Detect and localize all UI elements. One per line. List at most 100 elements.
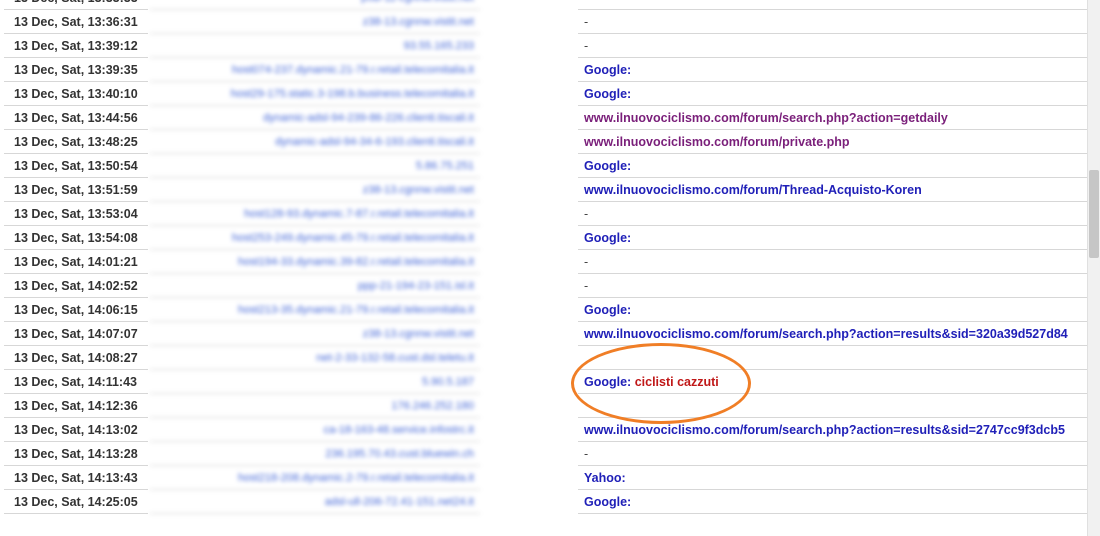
visit-time: 13 Dec, Sat, 14:25:05: [4, 491, 148, 514]
visit-time: 13 Dec, Sat, 13:54:08: [4, 227, 148, 250]
referrer-cell: -: [578, 251, 1088, 274]
referrer-cell: Google:: [578, 491, 1088, 514]
referrer-cell: -: [578, 275, 1088, 298]
referrer-cell: Google: ciclisti cazzuti: [578, 371, 1088, 394]
referrer-link[interactable]: www.ilnuovociclismo.com/forum/private.ph…: [584, 135, 850, 149]
table-row: 13 Dec, Sat, 14:01:21 host194-33.dynamic.…: [0, 251, 1088, 275]
referrer-link[interactable]: Google:: [584, 63, 631, 77]
referrer-link[interactable]: Google:: [584, 303, 631, 317]
table-row: 13 Dec, Sat, 13:51:59 z38-13.cgnnw.vistit…: [0, 179, 1088, 203]
referrer-text: -: [584, 279, 589, 293]
referrer-cell: [578, 0, 1088, 10]
search-keyword: ciclisti cazzuti: [634, 375, 719, 389]
visitor-host-link-blurred[interactable]: ca-18-163-48.service.infostrc.it: [150, 419, 480, 442]
visit-time: 13 Dec, Sat, 13:33:33: [4, 0, 148, 10]
table-row: 13 Dec, Sat, 13:53:04 host128-93.dynamic.…: [0, 203, 1088, 227]
table-row: 13 Dec, Sat, 14:06:15 host213-35.dynamic.…: [0, 299, 1088, 323]
referrer-link[interactable]: Google:: [584, 495, 631, 509]
visit-time: 13 Dec, Sat, 13:53:04: [4, 203, 148, 226]
visitor-host-link-blurred[interactable]: dynamic-adsl-94-34-6-193.clienti.tiscali…: [150, 131, 480, 154]
visit-time: 13 Dec, Sat, 13:44:56: [4, 107, 148, 130]
referrer-link[interactable]: Google:: [584, 375, 631, 389]
visitor-host-link-blurred[interactable]: p5B-11-cgnnw.vistit.net: [150, 0, 480, 10]
referrer-cell: Google:: [578, 155, 1088, 178]
referrer-link[interactable]: www.ilnuovociclismo.com/forum/search.php…: [584, 327, 1068, 341]
visitor-host-link-blurred[interactable]: 5.86.75.251: [150, 155, 480, 178]
table-row: 13 Dec, Sat, 14:13:02 ca-18-163-48.servic…: [0, 419, 1088, 443]
visitor-host-link-blurred[interactable]: dynamic-adsl-94-239-86-226.clienti.tisca…: [150, 107, 480, 130]
visitor-host-link-blurred[interactable]: 93.55.165.233: [150, 35, 480, 58]
referrer-link[interactable]: Google:: [584, 87, 631, 101]
referrer-text: -: [584, 207, 589, 221]
visit-time: 13 Dec, Sat, 14:02:52: [4, 275, 148, 298]
referrer-text: -: [584, 255, 589, 269]
table-row: 13 Dec, Sat, 13:39:35 host074-237.dynamic…: [0, 59, 1088, 83]
visit-time: 13 Dec, Sat, 13:39:12: [4, 35, 148, 58]
referrer-cell: Yahoo:: [578, 467, 1088, 490]
referrer-cell: -: [578, 203, 1088, 226]
visit-time: 13 Dec, Sat, 13:48:25: [4, 131, 148, 154]
table-row: 13 Dec, Sat, 13:39:12 93.55.165.233 -: [0, 35, 1088, 59]
referrer-text: -: [584, 39, 589, 53]
referrer-cell: Google:: [578, 299, 1088, 322]
visit-time: 13 Dec, Sat, 14:13:02: [4, 419, 148, 442]
visit-time: 13 Dec, Sat, 13:40:10: [4, 83, 148, 106]
visit-time: 13 Dec, Sat, 13:39:35: [4, 59, 148, 82]
visitor-host-link-blurred[interactable]: adsl-ull-206-72.41-151.net24.it: [150, 491, 480, 514]
visit-time: 13 Dec, Sat, 14:12:36: [4, 395, 148, 418]
referrer-cell: -: [578, 35, 1088, 58]
referrer-cell: Google:: [578, 83, 1088, 106]
referrer-link[interactable]: Yahoo:: [584, 471, 626, 485]
table-row: 13 Dec, Sat, 13:54:08 host253-249.dynamic…: [0, 227, 1088, 251]
visitor-host-link-blurred[interactable]: host128-93.dynamic.7-87.r.retail.telecom…: [150, 203, 480, 226]
table-row: 13 Dec, Sat, 14:08:27 net-2-33-132-58.cus…: [0, 347, 1088, 371]
visit-time: 13 Dec, Sat, 14:13:28: [4, 443, 148, 466]
visitor-host-link-blurred[interactable]: 236.195.70.43.cust.bluewin.ch: [150, 443, 480, 466]
vertical-scrollbar[interactable]: [1087, 0, 1100, 536]
visitor-host-link-blurred[interactable]: host218-208.dynamic.2-79.r.retail.teleco…: [150, 467, 480, 490]
table-row: 13 Dec, Sat, 14:02:52 ppp-21-194-23-151.i…: [0, 275, 1088, 299]
referrer-cell: www.ilnuovociclismo.com/forum/private.ph…: [578, 131, 1088, 154]
referrer-cell: www.ilnuovociclismo.com/forum/search.php…: [578, 107, 1088, 130]
referrer-text: -: [584, 15, 589, 29]
visit-time: 13 Dec, Sat, 14:06:15: [4, 299, 148, 322]
visitor-host-link-blurred[interactable]: host194-33.dynamic.39-82.r.retail.teleco…: [150, 251, 480, 274]
referrer-link[interactable]: www.ilnuovociclismo.com/forum/search.php…: [584, 423, 1065, 437]
visitor-host-link-blurred[interactable]: z38-13.cgnnw.vistit.net: [150, 323, 480, 346]
visitor-host-link-blurred[interactable]: 5.90.5.187: [150, 371, 480, 394]
table-row: 13 Dec, Sat, 13:33:33p5B-11-cgnnw.vistit…: [0, 0, 1088, 11]
visitor-host-link-blurred[interactable]: net-2-33-132-58.cust.dsl.teletu.it: [150, 347, 480, 370]
visitor-host-link-blurred[interactable]: z38-13.cgnnw.vistit.net: [150, 179, 480, 202]
visitor-host-link-blurred[interactable]: host213-35.dynamic.21-79.r.retail.teleco…: [150, 299, 480, 322]
visitor-host-link-blurred[interactable]: ppp-21-194-23-151.isl.it: [150, 275, 480, 298]
table-row: 13 Dec, Sat, 13:40:10 host29-175.static.3…: [0, 83, 1088, 107]
referrer-cell: Google:: [578, 227, 1088, 250]
scrollbar-thumb[interactable]: [1089, 170, 1099, 258]
visit-time: 13 Dec, Sat, 13:50:54: [4, 155, 148, 178]
referrer-link[interactable]: www.ilnuovociclismo.com/forum/search.php…: [584, 111, 948, 125]
visitor-host-link-blurred[interactable]: host074-237.dynamic.21-79.r.retail.telec…: [150, 59, 480, 82]
table-row: 13 Dec, Sat, 13:50:54 5.86.75.251 Google:: [0, 155, 1088, 179]
visitor-host-link-blurred[interactable]: host253-249.dynamic.45-79.r.retail.telec…: [150, 227, 480, 250]
referrer-cell: [578, 347, 1088, 370]
visitor-host-link-blurred[interactable]: 176.246.252.180: [150, 395, 480, 418]
table-row: 13 Dec, Sat, 14:11:43 5.90.5.187 Google: c…: [0, 371, 1088, 395]
visit-time: 13 Dec, Sat, 13:36:31: [4, 11, 148, 34]
referrer-cell: -: [578, 443, 1088, 466]
visitor-host-link-blurred[interactable]: host29-175.static.3-198.b.business.telec…: [150, 83, 480, 106]
referrer-cell: www.ilnuovociclismo.com/forum/search.php…: [578, 419, 1088, 442]
visitor-host-link-blurred[interactable]: z38-13.cgnnw.vistit.net: [150, 11, 480, 34]
table-row: 13 Dec, Sat, 13:44:56 dynamic-adsl-94-239…: [0, 107, 1088, 131]
referrer-link[interactable]: www.ilnuovociclismo.com/forum/Thread-Acq…: [584, 183, 922, 197]
visit-time: 13 Dec, Sat, 14:08:27: [4, 347, 148, 370]
referrer-cell: www.ilnuovociclismo.com/forum/search.php…: [578, 323, 1088, 346]
referrer-cell: www.ilnuovociclismo.com/forum/Thread-Acq…: [578, 179, 1088, 202]
referrer-link[interactable]: Google:: [584, 231, 631, 245]
table-row: 13 Dec, Sat, 14:13:28 236.195.70.43.cust.…: [0, 443, 1088, 467]
table-row: 13 Dec, Sat, 14:07:07 z38-13.cgnnw.vistit…: [0, 323, 1088, 347]
visits-log-table: 13 Dec, Sat, 13:33:33p5B-11-cgnnw.vistit…: [0, 0, 1088, 515]
visit-time: 13 Dec, Sat, 14:01:21: [4, 251, 148, 274]
referrer-cell: -: [578, 11, 1088, 34]
visit-time: 13 Dec, Sat, 14:13:43: [4, 467, 148, 490]
referrer-link[interactable]: Google:: [584, 159, 631, 173]
